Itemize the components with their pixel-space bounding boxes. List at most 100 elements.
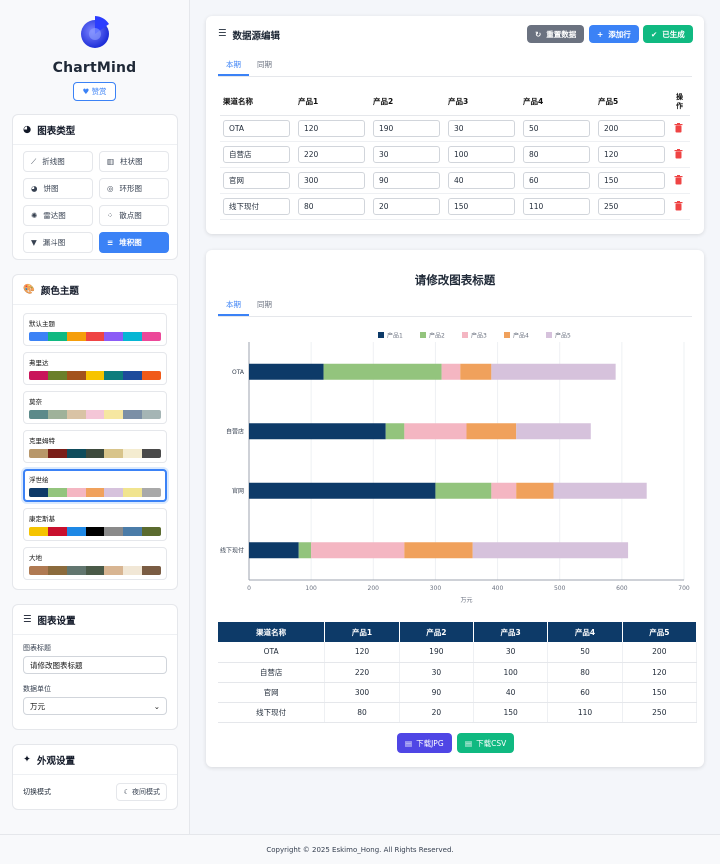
value-input[interactable]: 80: [298, 198, 365, 215]
y-tick-label: 自营店: [226, 427, 244, 435]
tab-previous[interactable]: 同期: [249, 56, 280, 76]
tab-previous[interactable]: 同期: [249, 296, 280, 316]
bar-segment[interactable]: [404, 542, 473, 559]
night-mode-button[interactable]: ☾ 夜间模式: [116, 783, 167, 801]
trash-icon[interactable]: [674, 122, 684, 135]
chart-type-ring-chart[interactable]: ◎ 环形图: [99, 178, 169, 199]
theme-option[interactable]: 大地: [23, 547, 167, 580]
value-input[interactable]: 60: [523, 172, 590, 189]
value-input[interactable]: 220: [298, 146, 365, 163]
bar-segment[interactable]: [298, 542, 312, 559]
value-input[interactable]: 50: [523, 120, 590, 137]
bar-segment[interactable]: [323, 363, 442, 380]
theme-option[interactable]: 莫奈: [23, 391, 167, 424]
generated-button[interactable]: ✔ 已生成: [643, 25, 693, 43]
chart-type-label: 饼图: [43, 184, 59, 193]
legend-item[interactable]: 产品3: [462, 332, 487, 340]
bar-segment[interactable]: [441, 363, 461, 380]
color-swatch: [47, 371, 67, 380]
bar-segment[interactable]: [472, 542, 629, 559]
value-input[interactable]: 120: [598, 146, 665, 163]
bar-segment[interactable]: [249, 482, 436, 499]
chart-title-input[interactable]: 请修改图表标题: [23, 656, 167, 674]
color-swatch: [123, 566, 143, 575]
legend-item[interactable]: 产品2: [420, 332, 445, 340]
bar-segment[interactable]: [491, 363, 616, 380]
value-input[interactable]: 200: [598, 120, 665, 137]
value-input[interactable]: 150: [598, 172, 665, 189]
unit-select[interactable]: 万元 ⌄: [23, 697, 167, 715]
trash-icon[interactable]: [674, 148, 684, 161]
legend-item[interactable]: 产品4: [504, 332, 529, 340]
bar-segment[interactable]: [311, 542, 405, 559]
editor-cell: 300: [295, 172, 370, 189]
table-row: 官网 300 90 40 60 150: [218, 682, 698, 703]
theme-option[interactable]: 康定斯基: [23, 508, 167, 541]
channel-name-input[interactable]: OTA: [223, 120, 290, 137]
channel-name-input[interactable]: 线下现付: [223, 198, 290, 215]
download-csv-button[interactable]: ▤ 下载CSV: [457, 733, 515, 753]
theme-option[interactable]: 克里姆特: [23, 430, 167, 463]
color-swatch: [123, 449, 143, 458]
chart-type-stack-chart[interactable]: ≡ 堆积图: [99, 232, 169, 253]
value-input[interactable]: 40: [448, 172, 515, 189]
add-row-button[interactable]: + 添加行: [589, 25, 639, 43]
value-input[interactable]: 20: [373, 198, 440, 215]
value-input[interactable]: 190: [373, 120, 440, 137]
bar-segment[interactable]: [466, 423, 517, 440]
download-jpg-button[interactable]: ▤ 下载JPG: [397, 733, 452, 753]
bar-segment[interactable]: [460, 363, 492, 380]
data-editor-table: 渠道名称 产品1 产品2 产品3 产品4 产品5 操作 OTA 120 190 30 50 200 自营…: [220, 88, 690, 220]
theme-name: 康定斯基: [29, 515, 55, 523]
bar-segment[interactable]: [491, 482, 517, 499]
value-input[interactable]: 300: [298, 172, 365, 189]
legend-item[interactable]: 产品1: [378, 332, 403, 340]
editor-row: 自营店 220 30 100 80 120: [220, 142, 690, 168]
y-tick-label: 官网: [232, 487, 244, 495]
value-input[interactable]: 80: [523, 146, 590, 163]
chart-type-label: 环形图: [119, 184, 143, 193]
chart-type-radar-chart[interactable]: ✺ 雷达图: [23, 205, 93, 226]
chart-type-label: 折线图: [42, 157, 65, 166]
value-input[interactable]: 120: [298, 120, 365, 137]
bar-segment[interactable]: [553, 482, 647, 499]
value-input[interactable]: 30: [448, 120, 515, 137]
radar-chart-icon: ✺: [31, 211, 38, 220]
bar-segment[interactable]: [249, 363, 324, 380]
like-button[interactable]: ♥ 赞赏: [73, 82, 116, 101]
theme-option[interactable]: 弗里达: [23, 352, 167, 385]
chart-type-funnel-chart[interactable]: ▼ 漏斗图: [23, 232, 93, 253]
color-swatch: [85, 371, 105, 380]
reset-data-button[interactable]: ↻ 重置数据: [527, 25, 585, 43]
bar-segment[interactable]: [516, 423, 591, 440]
bar-segment[interactable]: [249, 542, 299, 559]
bar-segment[interactable]: [516, 482, 554, 499]
channel-name-input[interactable]: 自营店: [223, 146, 290, 163]
editor-cell: 150: [595, 172, 670, 189]
trash-icon[interactable]: [674, 200, 684, 213]
chart-type-line-chart[interactable]: ⟋ 折线图: [23, 151, 93, 172]
table-column-header: 产品2: [399, 622, 475, 642]
tab-current[interactable]: 本期: [218, 56, 249, 76]
chart-type-bar-chart[interactable]: ▥ 柱状图: [99, 151, 169, 172]
theme-option[interactable]: 默认主题: [23, 313, 167, 346]
legend-item[interactable]: 产品5: [546, 332, 571, 340]
tab-current[interactable]: 本期: [218, 296, 249, 316]
chart-type-scatter-chart[interactable]: ⁘ 散点图: [99, 205, 169, 226]
bar-segment[interactable]: [404, 423, 467, 440]
theme-swatch: [29, 371, 161, 380]
bar-segment[interactable]: [435, 482, 492, 499]
value-input[interactable]: 150: [448, 198, 515, 215]
value-input[interactable]: 100: [448, 146, 515, 163]
chart-type-pie-chart[interactable]: ◕ 饼图: [23, 178, 93, 199]
theme-option[interactable]: 浮世绘: [23, 469, 167, 502]
stacked-bar-chart: 产品1 产品2 产品3 产品4 产品5 0 100 200 300 400 500 600 700 万元 O…: [220, 332, 690, 605]
bar-segment[interactable]: [385, 423, 405, 440]
channel-name-input[interactable]: 官网: [223, 172, 290, 189]
value-input[interactable]: 250: [598, 198, 665, 215]
value-input[interactable]: 110: [523, 198, 590, 215]
trash-icon[interactable]: [674, 174, 684, 187]
value-input[interactable]: 30: [373, 146, 440, 163]
bar-segment[interactable]: [249, 423, 386, 440]
value-input[interactable]: 90: [373, 172, 440, 189]
